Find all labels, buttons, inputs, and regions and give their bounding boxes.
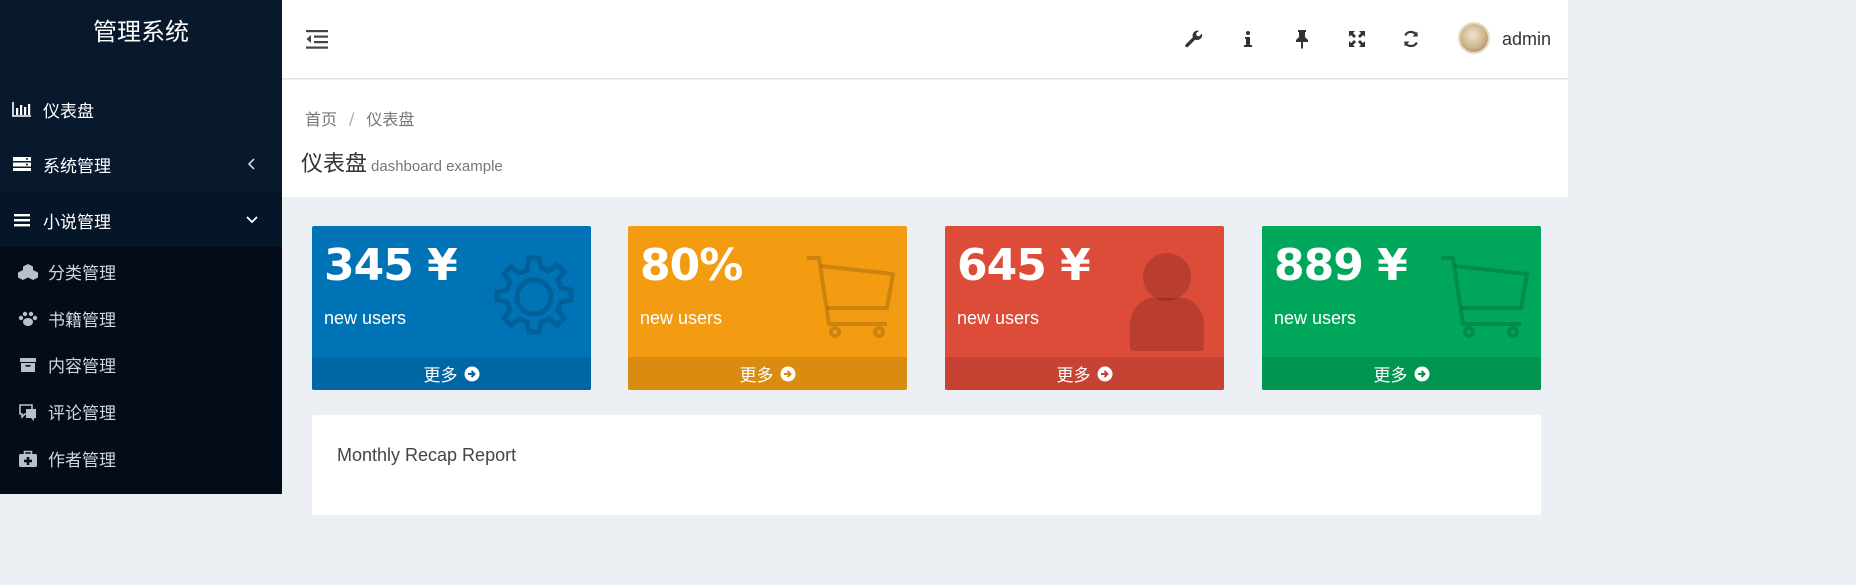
stat-value: 80%	[640, 240, 743, 291]
archive-icon	[17, 356, 39, 374]
sidebar-subitem-label: 作者管理	[48, 451, 116, 471]
stat-value: 889 ¥	[1274, 240, 1408, 291]
sidebar-subitem-label: 内容管理	[48, 357, 116, 377]
top-header: admin	[282, 0, 1568, 79]
sidebar-item-label: 系统管理	[43, 156, 111, 177]
more-link[interactable]: 更多	[312, 357, 591, 390]
content-header: 首页 / 仪表盘 仪表盘 dashboard example	[282, 80, 1568, 197]
thumbtack-icon[interactable]	[1290, 27, 1314, 51]
stat-box-4: 889 ¥ new users 更多	[1262, 226, 1541, 390]
more-link[interactable]: 更多	[945, 357, 1224, 390]
more-link[interactable]: 更多	[628, 357, 907, 390]
more-label: 更多	[1056, 366, 1091, 386]
sidebar-item-dashboard[interactable]: 仪表盘	[0, 81, 282, 137]
avatar[interactable]	[1458, 22, 1490, 54]
stat-box-3: 645 ¥ new users 更多	[945, 226, 1224, 390]
medkit-icon	[17, 450, 39, 468]
page-subtitle: dashboard example	[371, 158, 503, 175]
stat-label: new users	[640, 308, 723, 328]
gear-icon	[489, 252, 579, 342]
more-label: 更多	[1373, 366, 1408, 386]
comments-icon	[17, 403, 39, 421]
sidebar-subitem-comments[interactable]: 评论管理	[0, 388, 282, 435]
server-icon	[12, 155, 32, 173]
chevron-down-icon	[244, 212, 260, 228]
sidebar-subitem-label: 评论管理	[48, 404, 116, 424]
refresh-icon[interactable]	[1399, 27, 1423, 51]
more-label: 更多	[423, 366, 458, 386]
stat-label: new users	[1274, 308, 1357, 328]
arrow-circle-right-icon	[1414, 366, 1430, 382]
arrow-circle-right-icon	[780, 366, 796, 382]
wrench-icon[interactable]	[1182, 27, 1206, 51]
shopping-cart-icon	[805, 252, 896, 342]
sidebar-item-label: 仪表盘	[43, 101, 94, 122]
novel-submenu: 分类管理 书籍管理 内容管理 评论管理 作者管理	[0, 247, 282, 494]
info-icon[interactable]	[1236, 27, 1260, 51]
sidebar-subitem-books[interactable]: 书籍管理	[0, 295, 282, 342]
stat-value: 345 ¥	[324, 240, 458, 291]
more-label: 更多	[739, 366, 774, 386]
app-title: 管理系统	[93, 17, 189, 46]
sidebar-subitem-label: 书籍管理	[48, 311, 116, 331]
sidebar-subitem-categories[interactable]: 分类管理	[0, 248, 282, 295]
stat-box-1: 345 ¥ new users 更多	[312, 226, 591, 390]
arrow-circle-right-icon	[464, 366, 480, 382]
sidebar-item-system[interactable]: 系统管理	[0, 136, 282, 192]
breadcrumb-home[interactable]: 首页	[305, 106, 337, 130]
stat-value: 645 ¥	[957, 240, 1091, 291]
expand-icon[interactable]	[1345, 27, 1369, 51]
chevron-left-icon	[244, 156, 260, 172]
sidebar-item-label: 小说管理	[43, 212, 111, 233]
stat-label: new users	[957, 308, 1040, 328]
more-link[interactable]: 更多	[1262, 357, 1541, 390]
stat-label: new users	[324, 308, 407, 328]
shopping-cart-icon	[1439, 252, 1530, 342]
sidebar-subitem-label: 分类管理	[48, 264, 116, 284]
user-icon	[1122, 252, 1212, 351]
sidebar-toggle-icon[interactable]	[304, 26, 330, 52]
breadcrumb-separator: /	[349, 108, 355, 128]
sidebar: 管理系统 仪表盘 系统管理 小说管理 分类管理 书籍管理 内容管理 评论管理 作…	[0, 0, 282, 494]
panel-title: Monthly Recap Report	[337, 445, 517, 465]
arrow-circle-right-icon	[1097, 366, 1113, 382]
breadcrumb: 首页 / 仪表盘	[305, 106, 414, 130]
page-title: 仪表盘 dashboard example	[301, 146, 503, 178]
sidebar-subitem-content[interactable]: 内容管理	[0, 341, 282, 388]
cubes-icon	[17, 263, 39, 281]
paw-icon	[17, 310, 39, 328]
page-title-text: 仪表盘	[301, 152, 368, 177]
bar-chart-icon	[12, 100, 32, 118]
monthly-report-panel: Monthly Recap Report	[312, 415, 1541, 515]
stat-box-2: 80% new users 更多	[628, 226, 907, 390]
sidebar-item-novels[interactable]: 小说管理	[0, 192, 282, 248]
breadcrumb-current: 仪表盘	[366, 110, 415, 129]
bars-icon	[12, 211, 32, 229]
sidebar-subitem-authors[interactable]: 作者管理	[0, 435, 282, 482]
user-name[interactable]: admin	[1502, 29, 1551, 50]
